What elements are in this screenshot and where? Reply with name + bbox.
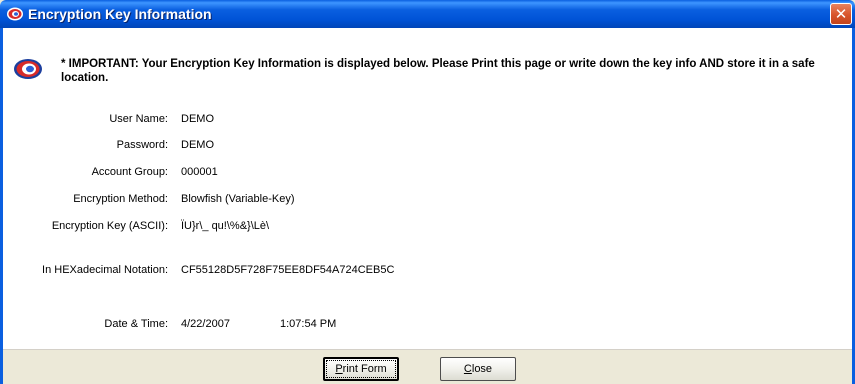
dialog-content: * IMPORTANT: Your Encryption Key Informa… [3,28,852,349]
print-form-mnemonic: P [335,363,343,375]
title-bar[interactable]: Encryption Key Information ✕ [0,0,855,28]
encryption-key-ascii-row: Encryption Key (ASCII): ÏU}r\_ qu!\%&}\L… [3,220,846,236]
encryption-method-row: Encryption Method: Blowfish (Variable-Ke… [3,193,846,209]
important-notice: * IMPORTANT: Your Encryption Key Informa… [61,58,815,84]
encryption-app-icon [14,59,42,79]
user-name-value: DEMO [181,113,214,125]
hex-notation-value: CF55128D5F728F75EE8DF54A724CEB5C [181,264,395,276]
close-label: lose [471,363,493,375]
time-value: 1:07:54 PM [280,318,337,330]
password-label: Password: [116,139,168,151]
window-title: Encryption Key Information [28,6,212,22]
date-time-row: Date & Time: 4/22/2007 1:07:54 PM [3,318,846,334]
password-row: Password: DEMO [3,139,846,155]
button-bar: Print Form Close [3,349,852,384]
account-group-label: Account Group: [91,166,168,178]
encryption-key-dialog: Encryption Key Information ✕ * IMPORTANT… [0,0,855,384]
hex-notation-row: In HEXadecimal Notation: CF55128D5F728F7… [3,264,846,280]
close-icon: ✕ [834,5,848,23]
encryption-app-icon [7,7,23,21]
print-form-button[interactable]: Print Form [323,357,399,381]
user-name-row: User Name: DEMO [3,113,846,129]
encryption-key-ascii-value: ÏU}r\_ qu!\%&}\Lè\ [181,220,270,232]
account-group-value: 000001 [181,166,218,178]
hex-notation-label: In HEXadecimal Notation: [42,264,168,276]
close-window-button[interactable]: ✕ [830,3,852,25]
print-form-label: rint Form [342,363,387,375]
user-name-label: User Name: [109,113,168,125]
date-time-label: Date & Time: [104,318,168,330]
account-group-row: Account Group: 000001 [3,166,846,182]
date-value: 4/22/2007 [181,318,230,330]
encryption-key-ascii-label: Encryption Key (ASCII): [51,220,168,232]
encryption-method-label: Encryption Method: [73,193,168,205]
encryption-method-value: Blowfish (Variable-Key) [181,193,295,205]
password-value: DEMO [181,139,214,151]
close-mnemonic: C [463,363,472,375]
close-button[interactable]: Close [440,357,516,381]
